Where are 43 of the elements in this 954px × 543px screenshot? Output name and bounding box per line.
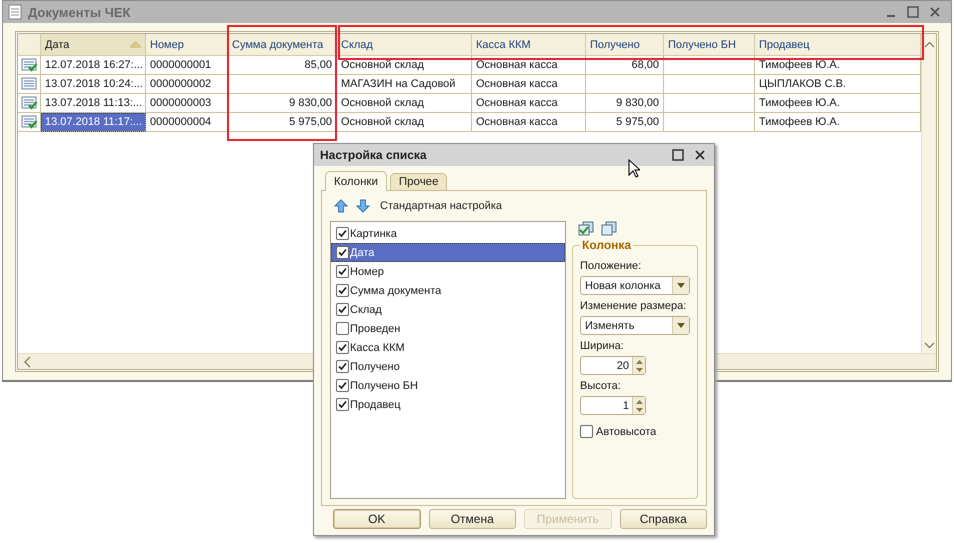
dialog-title: Настройка списка [320,148,427,162]
field-label: Ширина: [580,340,624,352]
table-cell: Основная касса [472,75,586,94]
field-label: Положение: [580,260,642,272]
table-cell: 85,00 [228,56,337,75]
item-label: Склад [350,304,382,316]
item-label: Номер [350,266,384,278]
item-label: Получено [350,360,400,372]
item-label: Картинка [350,228,397,240]
table-cell: 68,00 [586,56,664,75]
table-cell: ЦЫПЛАКОВ С.В. [755,75,921,94]
table-cell: 0000000004 [146,113,228,132]
table-cell: МАГАЗИН на Садовой [337,75,472,94]
table-cell: 13.07.2018 10:24:... [41,75,146,94]
table-cell: Основной склад [337,56,472,75]
table-cell: 0000000002 [146,75,228,94]
table-cell: 12.07.2018 16:27:... [41,56,146,75]
table-cell: 9 830,00 [586,94,664,113]
item-label: Касса ККМ [350,342,405,354]
item-label: Дата [350,246,374,258]
field-label: Изменение размера: [580,300,686,312]
table-cell: Основной склад [337,94,472,113]
table-cell: 13.07.2018 11:17:... [41,113,146,132]
table-cell: Основная касса [472,94,586,113]
table-cell: 0000000003 [146,94,228,113]
table-cell: 5 975,00 [228,113,337,132]
table-cell: 5 975,00 [586,113,664,132]
item-label: Получено БН [350,380,418,392]
item-label: Продавец [350,398,401,410]
group-title: Колонка [580,238,634,252]
item-label: Сумма документа [350,284,442,296]
checkbox-label: Автовысота [596,426,656,438]
table-cell: 0000000001 [146,56,228,75]
table-cell: Основной склад [337,113,472,132]
table-cell: Основная касса [472,113,586,132]
table-cell: Тимофеев Ю.А. [755,113,921,132]
window-title: Документы ЧЕК [28,4,130,20]
table-cell: Основная касса [472,56,586,75]
table-cell: Тимофеев Ю.А. [755,56,921,75]
field-label: Высота: [580,380,621,392]
item-label: Проведен [350,322,400,334]
table-cell: 9 830,00 [228,94,337,113]
table-cell: Тимофеев Ю.А. [755,94,921,113]
